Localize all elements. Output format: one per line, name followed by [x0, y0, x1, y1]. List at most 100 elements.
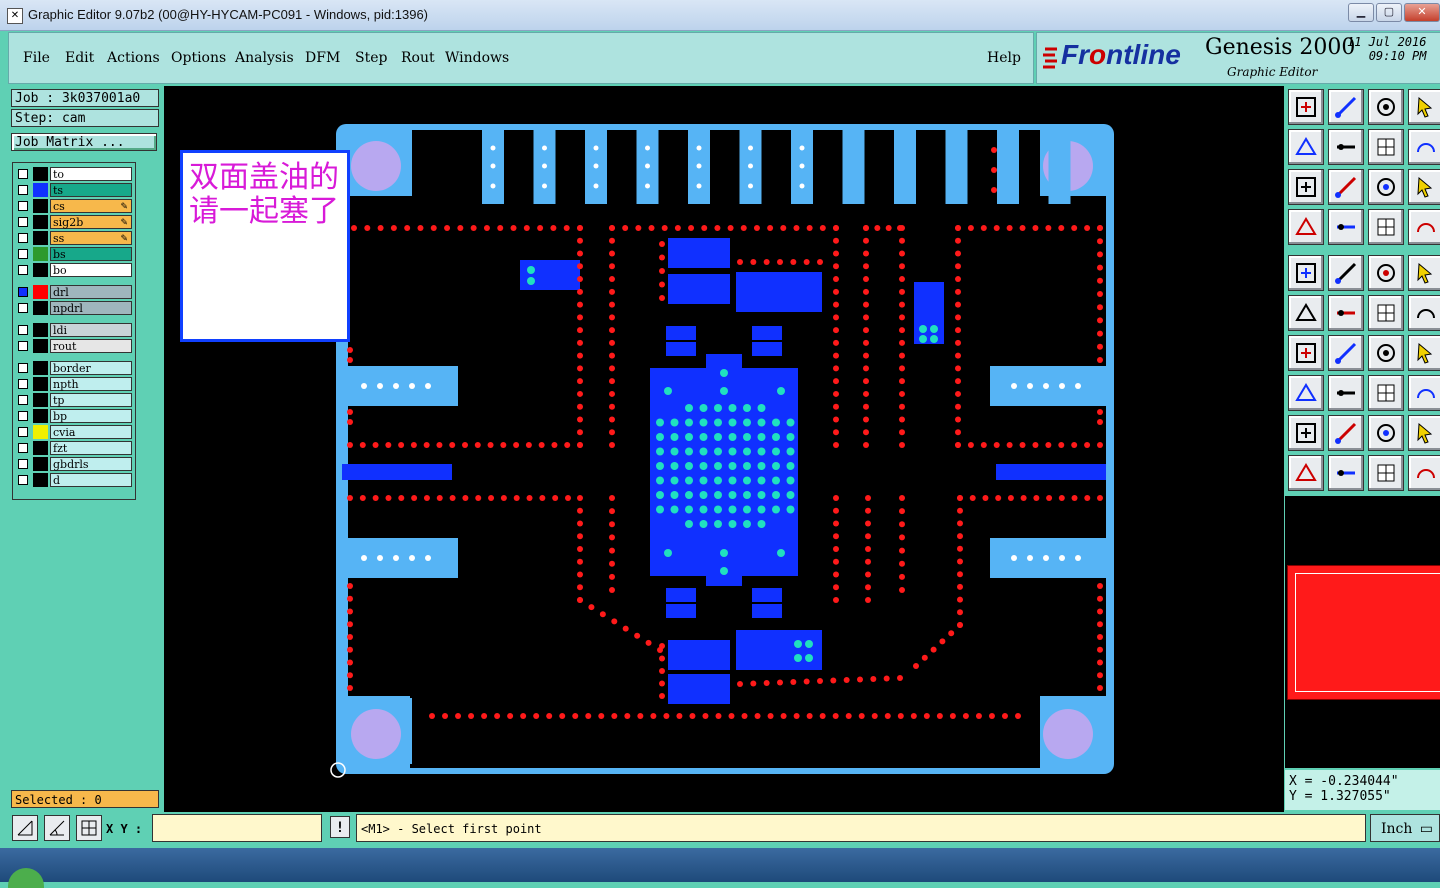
layer-row-ss[interactable]: ss ✎: [16, 231, 132, 245]
route-icon[interactable]: [1368, 209, 1404, 245]
snap-icon[interactable]: [1368, 295, 1404, 331]
layer-color-swatch[interactable]: [33, 167, 48, 181]
layer-checkbox[interactable]: [18, 411, 28, 421]
layer-checkbox[interactable]: [18, 379, 28, 389]
note-box[interactable]: 双面盖油的请一起塞了: [180, 150, 350, 342]
layer-row-to[interactable]: to: [16, 167, 132, 181]
layer-name[interactable]: bs: [50, 247, 132, 261]
add-pad-icon[interactable]: [1288, 255, 1324, 291]
alert-button[interactable]: !: [330, 816, 350, 838]
open-step-icon[interactable]: [1288, 89, 1324, 125]
layer-row-drl[interactable]: drl: [16, 285, 132, 299]
mirror-icon[interactable]: [1408, 335, 1440, 371]
text-a-icon[interactable]: [1328, 415, 1364, 451]
layer-name[interactable]: npth: [50, 377, 132, 391]
layer-name[interactable]: bp: [50, 409, 132, 423]
layer-name[interactable]: sig2b ✎: [50, 215, 132, 229]
save-icon[interactable]: [1328, 89, 1364, 125]
layer-color-swatch[interactable]: [33, 393, 48, 407]
arc-icon[interactable]: [1408, 295, 1440, 331]
layer-row-border[interactable]: border: [16, 361, 132, 375]
home-icon[interactable]: [1368, 89, 1404, 125]
unit-selector[interactable]: Inch ▭: [1370, 814, 1440, 842]
layer-checkbox[interactable]: [18, 427, 28, 437]
copy-icon[interactable]: [1408, 375, 1440, 411]
layer-name[interactable]: border: [50, 361, 132, 375]
layer-color-swatch[interactable]: [33, 231, 48, 245]
layer-name[interactable]: fzt: [50, 441, 132, 455]
layer-checkbox[interactable]: [18, 185, 28, 195]
layer-row-tp[interactable]: tp: [16, 393, 132, 407]
xy-input[interactable]: [152, 814, 322, 842]
add-surface-icon[interactable]: [1328, 255, 1364, 291]
maximize-icon[interactable]: ▢: [1376, 3, 1402, 22]
layer-checkbox[interactable]: [18, 169, 28, 179]
layer-name[interactable]: d: [50, 473, 132, 487]
layer-name[interactable]: ts: [50, 183, 132, 197]
select-icon[interactable]: [1288, 455, 1324, 491]
text-line-icon[interactable]: [1408, 415, 1440, 451]
menu-file[interactable]: File: [23, 50, 50, 66]
measure-icon[interactable]: [1288, 209, 1324, 245]
layer-row-npdrl[interactable]: npdrl: [16, 301, 132, 315]
layer-checkbox[interactable]: [18, 303, 28, 313]
scale-1-2-icon[interactable]: [1368, 169, 1404, 205]
menu-analysis[interactable]: Analysis: [235, 50, 294, 66]
app-icon[interactable]: ✕: [7, 8, 23, 24]
layer-color-swatch[interactable]: [33, 263, 48, 277]
ruler-icon[interactable]: [1368, 255, 1404, 291]
pad-icon[interactable]: [1328, 209, 1364, 245]
layer-name[interactable]: drl: [50, 285, 132, 299]
layer-row-sig2b[interactable]: sig2b ✎: [16, 215, 132, 229]
line-red-icon[interactable]: [1328, 375, 1364, 411]
layer-color-swatch[interactable]: [33, 247, 48, 261]
layer-color-swatch[interactable]: [33, 441, 48, 455]
layer-checkbox[interactable]: [18, 443, 28, 453]
query-icon[interactable]: [1408, 169, 1440, 205]
layer-checkbox[interactable]: [18, 325, 28, 335]
start-button[interactable]: [8, 868, 44, 888]
layer-name[interactable]: bo: [50, 263, 132, 277]
layer-name[interactable]: tp: [50, 393, 132, 407]
layer-name[interactable]: cs ✎: [50, 199, 132, 213]
window-layout-icon[interactable]: [1408, 89, 1440, 125]
layer-checkbox[interactable]: [18, 217, 28, 227]
layer-color-swatch[interactable]: [33, 285, 48, 299]
grid-mode-icon[interactable]: [76, 815, 102, 841]
layer-name[interactable]: ss ✎: [50, 231, 132, 245]
layer-name[interactable]: cvia: [50, 425, 132, 439]
grid-icon[interactable]: [1368, 375, 1404, 411]
menu-dfm[interactable]: DFM: [305, 50, 340, 66]
layer-name[interactable]: gbdrls: [50, 457, 132, 471]
layer-row-cs[interactable]: cs ✎: [16, 199, 132, 213]
layer-checkbox[interactable]: [18, 265, 28, 275]
menu-actions[interactable]: Actions: [107, 50, 160, 66]
layer-color-swatch[interactable]: [33, 215, 48, 229]
layer-checkbox[interactable]: [18, 249, 28, 259]
layer-row-rout[interactable]: rout: [16, 339, 132, 353]
layer-row-bp[interactable]: bp: [16, 409, 132, 423]
net-icon[interactable]: [1408, 209, 1440, 245]
layer-row-fzt[interactable]: fzt: [16, 441, 132, 455]
menu-rout[interactable]: Rout: [401, 50, 435, 66]
layer-color-swatch[interactable]: [33, 425, 48, 439]
text-triangle-icon[interactable]: [1288, 415, 1324, 451]
layer-color-swatch[interactable]: [33, 377, 48, 391]
preview-panel[interactable]: [1287, 565, 1440, 700]
layer-checkbox[interactable]: [18, 395, 28, 405]
layer-color-swatch[interactable]: [33, 457, 48, 471]
zoom-in-icon[interactable]: [1288, 129, 1324, 165]
angle-mode-icon[interactable]: [44, 815, 70, 841]
job-matrix-button[interactable]: Job Matrix ...: [11, 133, 157, 151]
zoom-out-icon[interactable]: [1328, 129, 1364, 165]
layer-checkbox[interactable]: [18, 233, 28, 243]
layer-row-bs[interactable]: bs: [16, 247, 132, 261]
help-question-icon[interactable]: [1408, 129, 1440, 165]
layer-color-swatch[interactable]: [33, 183, 48, 197]
circle-icon[interactable]: [1408, 255, 1440, 291]
layer-color-swatch[interactable]: [33, 361, 48, 375]
layer-row-d[interactable]: d: [16, 473, 132, 487]
layer-name[interactable]: to: [50, 167, 132, 181]
snap-mode-icon[interactable]: [12, 815, 38, 841]
menu-step[interactable]: Step: [355, 50, 387, 66]
